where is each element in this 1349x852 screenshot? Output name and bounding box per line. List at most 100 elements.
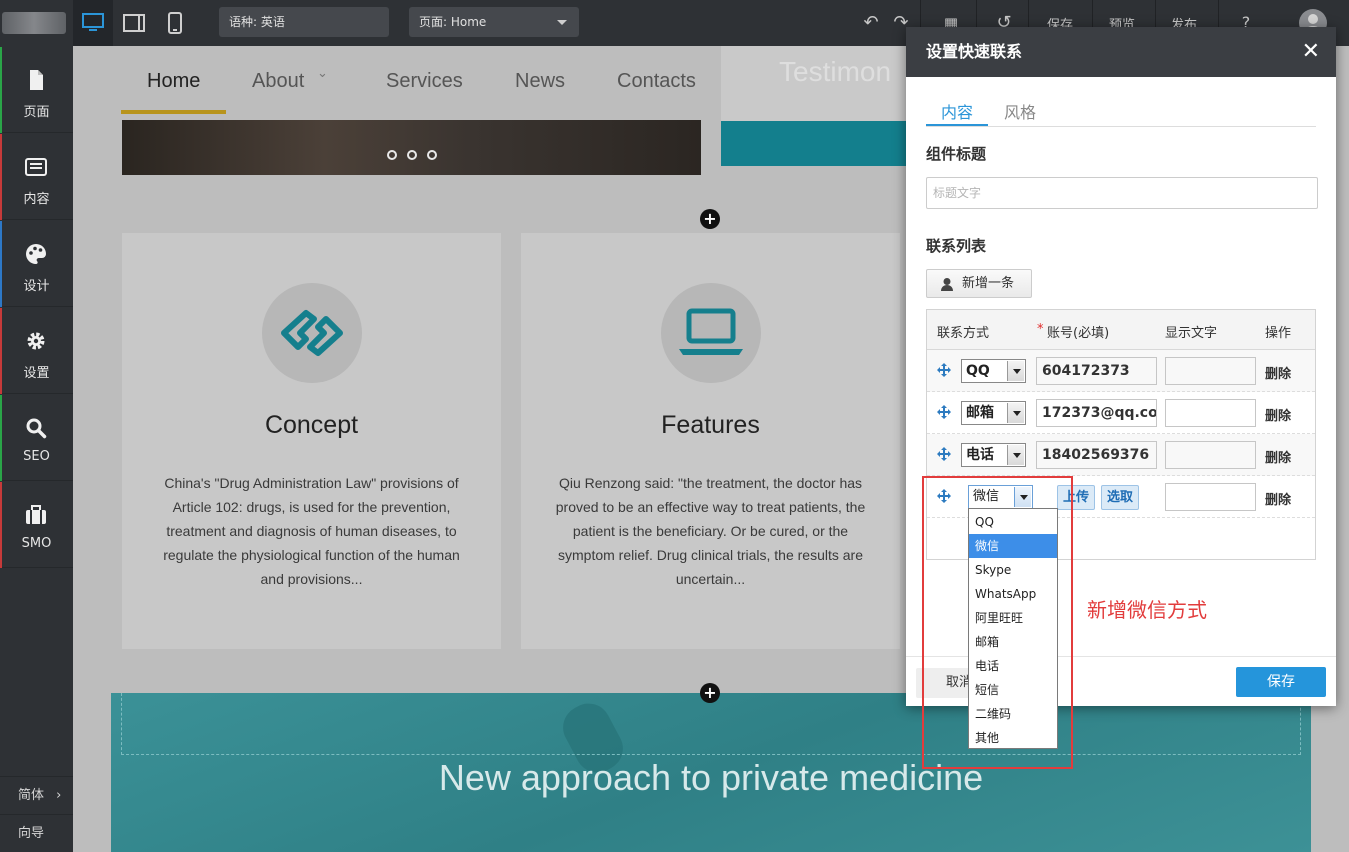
sidebar-item-content[interactable]: 内容	[0, 134, 73, 220]
add-row-label: 新增一条	[962, 276, 1015, 291]
guide-link[interactable]: 向导	[0, 814, 73, 852]
language-select[interactable]: 语种: 英语	[219, 7, 389, 37]
display-text-input[interactable]	[1165, 441, 1256, 469]
mobile-view-icon[interactable]	[155, 0, 195, 46]
delete-link[interactable]: 删除	[1265, 405, 1291, 424]
sidebar-item-smo[interactable]: SMO	[0, 482, 73, 568]
page-select-value: 页面: Home	[419, 15, 487, 29]
nav-item-about[interactable]: About	[252, 70, 304, 93]
method-select[interactable]: QQ	[961, 359, 1026, 383]
tab-style[interactable]: 风格	[1004, 99, 1036, 123]
delete-link[interactable]: 删除	[1265, 489, 1291, 508]
palette-icon	[26, 244, 46, 264]
add-section-icon[interactable]: +	[700, 683, 720, 703]
search-icon	[26, 418, 47, 439]
slider-dot[interactable]	[407, 150, 417, 160]
delete-link[interactable]: 删除	[1265, 363, 1291, 382]
delete-link[interactable]: 删除	[1265, 447, 1291, 466]
sidebar-item-label: SMO	[21, 536, 52, 551]
annotation-text: 新增微信方式	[1087, 598, 1207, 622]
testimonials-heading: Testimon	[779, 56, 892, 87]
page-select[interactable]: 页面: Home	[409, 7, 579, 37]
display-text-input[interactable]	[1165, 399, 1256, 427]
dialog-title: 设置快速联系	[926, 42, 1023, 61]
add-section-icon[interactable]: +	[700, 209, 720, 229]
add-row-button[interactable]: 新增一条	[926, 269, 1032, 298]
tab-active-indicator	[926, 124, 988, 126]
sidebar-item-label: SEO	[23, 449, 50, 464]
save-button[interactable]: 保存	[1236, 667, 1326, 697]
tab-content[interactable]: 内容	[941, 99, 973, 123]
sidebar-item-page[interactable]: 页面	[0, 47, 73, 133]
drag-move-icon[interactable]	[937, 447, 951, 461]
method-select-value: 电话	[966, 447, 994, 463]
choose-button[interactable]: 选取	[1101, 485, 1140, 510]
sidebar-item-label: 设计	[23, 279, 50, 294]
sidebar-item-settings[interactable]: 设置	[0, 308, 73, 394]
sidebar-item-label: 页面	[23, 105, 50, 120]
desktop-view-icon[interactable]	[73, 0, 113, 46]
feature-card: Features Qiu Renzong said: "the treatmen…	[521, 233, 900, 649]
nav-item-services[interactable]: Services	[386, 70, 463, 93]
nav-item-contacts[interactable]: Contacts	[617, 70, 696, 93]
tablet-view-icon[interactable]	[114, 0, 154, 46]
input-placeholder: 标题文字	[933, 186, 982, 200]
method-select[interactable]: 电话	[961, 443, 1026, 467]
language-select-value: 语种: 英语	[229, 15, 285, 29]
content-icon	[25, 158, 47, 176]
chevron-down-icon	[557, 20, 567, 25]
component-title-input[interactable]: 标题文字	[926, 177, 1318, 209]
table-row: 电话 18402569376 删除	[927, 434, 1315, 476]
accent-bar	[0, 47, 2, 133]
laptop-icon	[679, 308, 743, 355]
concept-icon	[281, 310, 343, 356]
banner-heading: New approach to private medicine	[438, 757, 984, 798]
hero-slider	[122, 120, 701, 175]
gear-icon	[27, 332, 45, 350]
account-input[interactable]: 172373@qq.com	[1036, 399, 1157, 427]
section-title-label: 组件标题	[926, 145, 987, 163]
chevron-down-icon	[1007, 403, 1024, 423]
slider-dot[interactable]	[387, 150, 397, 160]
chevron-right-icon: ›	[56, 788, 62, 803]
method-select[interactable]: 邮箱	[961, 401, 1026, 425]
account-input[interactable]: 604172373	[1036, 357, 1157, 385]
annotation-highlight-box	[922, 476, 1073, 769]
contact-list-label: 联系列表	[926, 237, 987, 255]
accent-bar	[0, 134, 2, 220]
account-input[interactable]: 18402569376	[1036, 441, 1157, 469]
col-display: 显示文字	[1165, 326, 1218, 341]
sidebar-item-design[interactable]: 设计	[0, 221, 73, 307]
drag-move-icon[interactable]	[937, 405, 951, 419]
language-switch[interactable]: 简体 ›	[0, 776, 73, 814]
display-text-input[interactable]	[1165, 357, 1256, 385]
accent-bar	[0, 308, 2, 394]
card-title: Features	[661, 411, 760, 439]
card-icon-circle	[262, 283, 362, 383]
table-row: QQ 604172373 删除	[927, 350, 1315, 392]
logo	[2, 12, 66, 34]
sidebar: 页面 内容 设计 设置 SEO SMO 简体 › 向导	[0, 46, 73, 852]
method-select-value: 邮箱	[966, 405, 994, 421]
close-icon[interactable]: ✕	[1302, 27, 1320, 77]
card-text: Qiu Renzong said: "the treatment, the do…	[555, 475, 866, 587]
briefcase-icon	[26, 505, 46, 524]
display-text-input[interactable]	[1165, 483, 1256, 511]
nav-active-underline	[121, 110, 226, 114]
user-add-icon	[941, 278, 953, 291]
language-switch-label: 简体	[18, 788, 45, 803]
slider-dot[interactable]	[427, 150, 437, 160]
chevron-down-icon: ⌄	[317, 66, 328, 81]
chevron-down-icon	[1007, 361, 1024, 381]
table-header: 联系方式 * 账号(必填) 显示文字 操作	[927, 310, 1315, 350]
chevron-down-icon	[1007, 445, 1024, 465]
dialog-header: 设置快速联系 ✕	[906, 27, 1336, 77]
drag-move-icon[interactable]	[937, 363, 951, 377]
accent-bar	[0, 482, 2, 568]
undo-icon[interactable]: ↶	[860, 12, 882, 34]
col-method: 联系方式	[937, 326, 990, 341]
card-title: Concept	[264, 411, 359, 439]
nav-item-news[interactable]: News	[515, 70, 565, 93]
nav-item-home[interactable]: Home	[147, 70, 200, 93]
sidebar-item-seo[interactable]: SEO	[0, 395, 73, 481]
